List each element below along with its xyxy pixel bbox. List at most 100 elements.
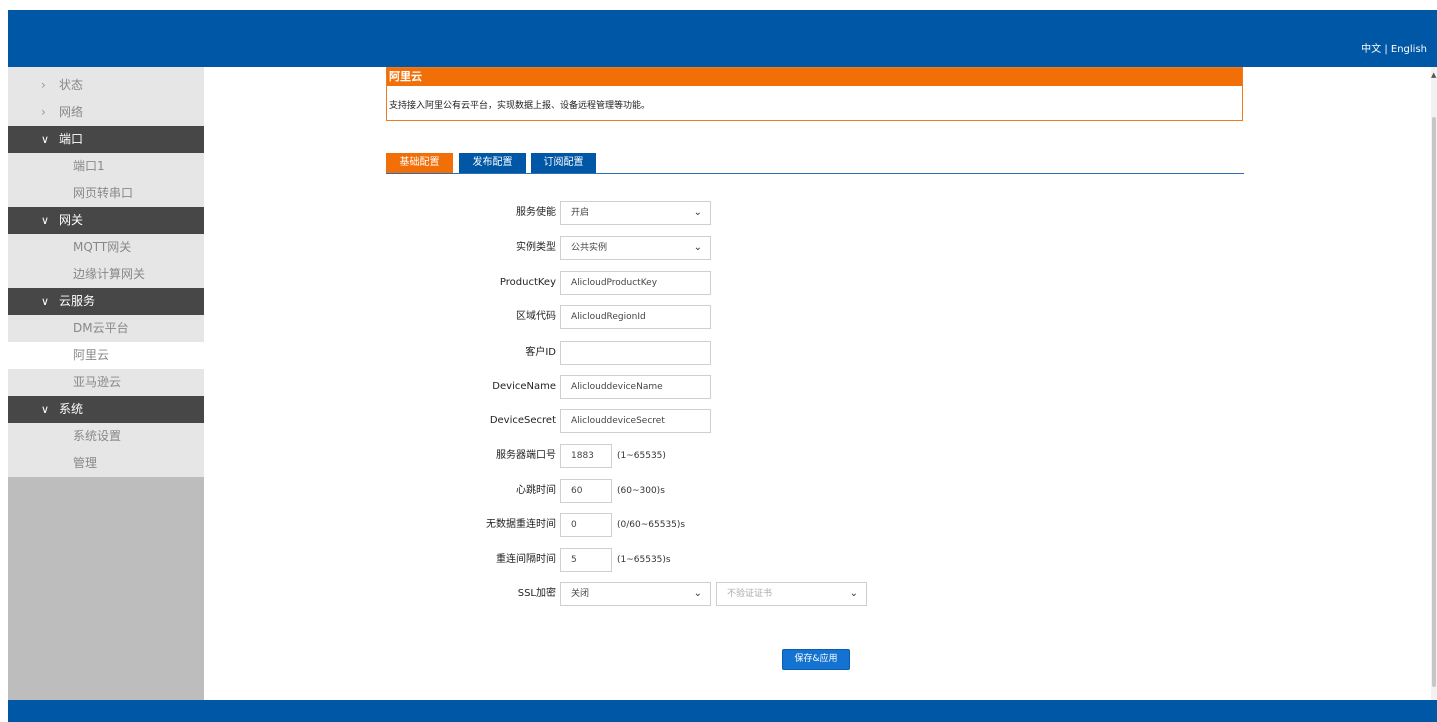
- ssl-label: SSL加密: [517, 588, 556, 599]
- sidebar-item-label: DM云平台: [73, 321, 129, 335]
- sidebar-nav: › 状态 › 网络 ∨ 端口 端口1 网页转串口 ∨ 网关 MQTT网关 边缘计…: [8, 67, 204, 477]
- device-secret-input[interactable]: AliclouddeviceSecret: [560, 409, 711, 433]
- sidebar-item-management[interactable]: 管理: [8, 450, 204, 477]
- sidebar-group-gateway[interactable]: ∨ 网关: [8, 207, 204, 234]
- sidebar-item-aliyun[interactable]: 阿里云: [8, 342, 204, 369]
- sidebar-item-mqtt-gateway[interactable]: MQTT网关: [8, 234, 204, 261]
- form-row-service-enable: 服务使能 开启 ⌄: [386, 201, 886, 225]
- page-scrollbar[interactable]: ▲: [1431, 67, 1437, 700]
- lang-chinese-link[interactable]: 中文: [1361, 44, 1381, 55]
- form-row-device-secret: DeviceSecret AliclouddeviceSecret: [386, 409, 886, 433]
- sidebar-item-label: 管理: [73, 456, 98, 470]
- instance-type-select[interactable]: 公共实例 ⌄: [560, 236, 711, 260]
- sidebar-item-label: 网络: [59, 105, 84, 119]
- client-id-label: 客户ID: [525, 347, 556, 358]
- scroll-up-icon[interactable]: ▲: [1431, 71, 1436, 79]
- heartbeat-label: 心跳时间: [516, 485, 556, 496]
- sidebar-group-port[interactable]: ∨ 端口: [8, 126, 204, 153]
- form-row-heartbeat: 心跳时间 60 (60~300)s: [386, 479, 886, 503]
- no-data-reconnect-hint: (0/60~65535)s: [617, 520, 686, 530]
- region-code-label: 区域代码: [516, 311, 556, 322]
- form-row-ssl: SSL加密 关闭 ⌄ 不验证证书 ⌄: [386, 582, 886, 606]
- chevron-down-icon: ⌄: [693, 242, 702, 253]
- device-secret-label: DeviceSecret: [489, 415, 556, 426]
- heartbeat-hint: (60~300)s: [617, 486, 665, 496]
- chevron-down-icon: ⌄: [849, 588, 858, 599]
- panel-title: 阿里云: [387, 68, 1242, 86]
- sidebar-item-status[interactable]: › 状态: [8, 72, 204, 99]
- reconnect-interval-input[interactable]: 5: [560, 548, 612, 572]
- form-row-client-id: 客户ID: [386, 341, 886, 365]
- sidebar-group-cloud[interactable]: ∨ 云服务: [8, 288, 204, 315]
- service-enable-value: 开启: [571, 208, 590, 218]
- tab-underline: [386, 173, 1244, 174]
- sidebar-group-label: 云服务: [59, 294, 96, 308]
- info-panel: 阿里云 支持接入阿里公有云平台，实现数据上报、设备远程管理等功能。: [386, 67, 1243, 121]
- sidebar-item-label: 亚马逊云: [73, 375, 122, 389]
- product-key-label: ProductKey: [499, 277, 556, 288]
- form-row-region-code: 区域代码 AlicloudRegionId: [386, 305, 886, 329]
- form-row-server-port: 服务器端口号 1883 (1~65535): [386, 444, 886, 468]
- tab-publish-config[interactable]: 发布配置: [459, 153, 526, 173]
- ssl-select[interactable]: 关闭 ⌄: [560, 582, 711, 606]
- sidebar-item-port1[interactable]: 端口1: [8, 153, 204, 180]
- sidebar-item-aws[interactable]: 亚马逊云: [8, 369, 204, 396]
- reconnect-interval-label: 重连间隔时间: [496, 554, 556, 565]
- no-data-reconnect-label: 无数据重连时间: [486, 519, 556, 530]
- sidebar-group-label: 系统: [59, 402, 84, 416]
- sidebar-item-label: 阿里云: [73, 348, 110, 362]
- device-name-input[interactable]: AliclouddeviceName: [560, 375, 711, 399]
- sidebar-item-label: 系统设置: [73, 429, 122, 443]
- sidebar-item-web-to-serial[interactable]: 网页转串口: [8, 180, 204, 207]
- save-apply-button[interactable]: 保存&应用: [782, 649, 850, 670]
- server-port-label: 服务器端口号: [496, 450, 556, 461]
- chevron-right-icon: ›: [41, 78, 46, 92]
- ssl-cert-select[interactable]: 不验证证书 ⌄: [716, 582, 867, 606]
- service-enable-select[interactable]: 开启 ⌄: [560, 201, 711, 225]
- chevron-down-icon: ∨: [41, 214, 50, 227]
- form-row-no-data-reconnect: 无数据重连时间 0 (0/60~65535)s: [386, 513, 886, 537]
- sidebar-item-edge-gateway[interactable]: 边缘计算网关: [8, 261, 204, 288]
- sidebar-item-label: 边缘计算网关: [73, 267, 146, 281]
- chevron-down-icon: ∨: [41, 403, 50, 416]
- sidebar-item-system-settings[interactable]: 系统设置: [8, 423, 204, 450]
- sidebar-item-label: 端口1: [73, 159, 105, 173]
- server-port-input[interactable]: 1883: [560, 444, 612, 468]
- form-row-instance-type: 实例类型 公共实例 ⌄: [386, 236, 886, 260]
- language-switcher: 中文 | English: [1361, 40, 1427, 55]
- chevron-right-icon: ›: [41, 105, 46, 119]
- lang-english-link[interactable]: English: [1391, 44, 1427, 55]
- sidebar-item-label: MQTT网关: [73, 240, 132, 254]
- chevron-down-icon: ∨: [41, 295, 50, 308]
- sidebar-item-label: 网页转串口: [73, 186, 134, 200]
- client-id-input[interactable]: [560, 341, 711, 365]
- sidebar-group-label: 端口: [59, 132, 84, 146]
- sidebar: › 状态 › 网络 ∨ 端口 端口1 网页转串口 ∨ 网关 MQTT网关 边缘计…: [8, 67, 204, 700]
- device-name-label: DeviceName: [492, 381, 556, 392]
- product-key-input[interactable]: AlicloudProductKey: [560, 271, 711, 295]
- chevron-down-icon: ∨: [41, 133, 50, 146]
- panel-description: 支持接入阿里公有云平台，实现数据上报、设备远程管理等功能。: [389, 101, 651, 111]
- instance-type-label: 实例类型: [516, 242, 556, 253]
- sidebar-group-system[interactable]: ∨ 系统: [8, 396, 204, 423]
- no-data-reconnect-input[interactable]: 0: [560, 513, 612, 537]
- lang-separator: |: [1384, 44, 1388, 55]
- sidebar-item-dm-cloud[interactable]: DM云平台: [8, 315, 204, 342]
- region-code-input[interactable]: AlicloudRegionId: [560, 305, 711, 329]
- sidebar-item-network[interactable]: › 网络: [8, 99, 204, 126]
- tab-subscribe-config[interactable]: 订阅配置: [531, 153, 596, 173]
- form-row-device-name: DeviceName AliclouddeviceName: [386, 375, 886, 399]
- form-row-reconnect-interval: 重连间隔时间 5 (1~65535)s: [386, 548, 886, 572]
- chevron-down-icon: ⌄: [693, 588, 702, 599]
- ssl-cert-value: 不验证证书: [727, 589, 773, 599]
- footer-bar: [8, 700, 1437, 722]
- sidebar-group-label: 网关: [59, 213, 84, 227]
- form-row-product-key: ProductKey AlicloudProductKey: [386, 271, 886, 295]
- scrollbar-thumb[interactable]: [1432, 117, 1436, 687]
- chevron-down-icon: ⌄: [693, 207, 702, 218]
- reconnect-interval-hint: (1~65535)s: [617, 555, 671, 565]
- tab-basic-config[interactable]: 基础配置: [386, 153, 453, 173]
- instance-type-value: 公共实例: [571, 243, 608, 253]
- server-port-hint: (1~65535): [617, 451, 666, 461]
- heartbeat-input[interactable]: 60: [560, 479, 612, 503]
